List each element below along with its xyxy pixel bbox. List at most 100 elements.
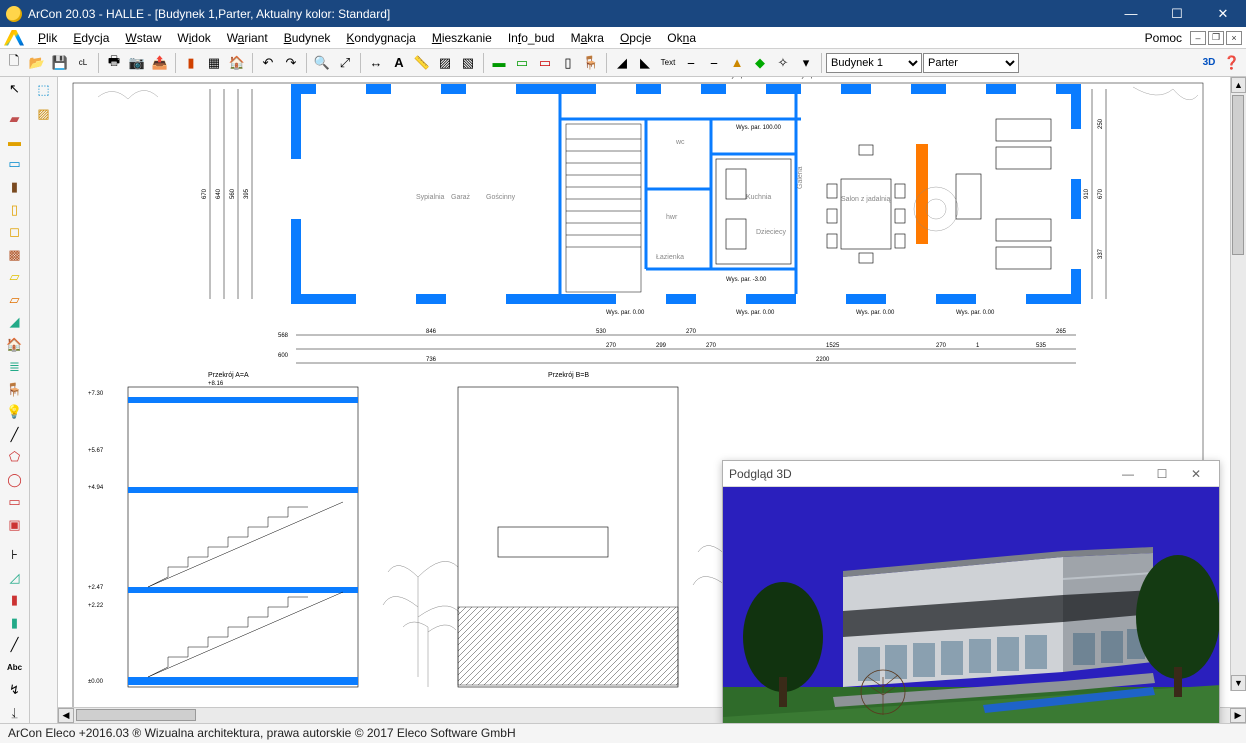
camera-icon[interactable]: 📷 — [126, 52, 148, 74]
lamp-icon[interactable]: 💡 — [4, 402, 26, 423]
minimize-button[interactable]: — — [1108, 0, 1154, 27]
brick-tool-icon[interactable]: ▩ — [4, 244, 26, 265]
undo-icon[interactable]: ↶ — [257, 52, 279, 74]
text-label-icon[interactable]: Text — [657, 52, 679, 74]
panel-maximize-icon[interactable]: ☐ — [1145, 464, 1179, 484]
arrow-down-icon[interactable]: ↯ — [4, 680, 26, 701]
opening-tool-icon[interactable]: ◻ — [4, 222, 26, 243]
building-select[interactable]: Budynek 1 — [826, 53, 922, 73]
poly-tool-icon[interactable]: ⬠ — [4, 447, 26, 468]
scroll-right-icon[interactable]: ▶ — [1230, 708, 1246, 723]
fill-green-icon[interactable]: ▮ — [4, 612, 26, 633]
terrain-icon[interactable]: ▲ — [726, 52, 748, 74]
line-tool-icon[interactable]: ╱ — [4, 425, 26, 446]
roof2-icon[interactable]: ◣ — [634, 52, 656, 74]
section1-icon[interactable]: ⎯ — [680, 52, 702, 74]
zoom-icon[interactable]: 🔍 — [311, 52, 333, 74]
ruler-icon[interactable]: 📏 — [411, 52, 433, 74]
menu-plik[interactable]: Plik — [30, 29, 65, 47]
save-file-icon[interactable]: 💾 — [49, 52, 71, 74]
dropper-icon[interactable]: ⥙ — [4, 703, 26, 723]
dimension-icon[interactable]: ↔ — [365, 52, 387, 74]
rect-red-icon[interactable]: ▭ — [4, 492, 26, 513]
abc-text-icon[interactable]: Abc — [4, 657, 26, 678]
furniture-icon[interactable]: 🪑 — [4, 380, 26, 401]
door-tool-icon[interactable]: ▮ — [4, 177, 26, 198]
room-tool-icon[interactable]: ▭ — [4, 154, 26, 175]
column-icon[interactable]: ▯ — [557, 52, 579, 74]
wall-tool-icon[interactable]: ▰ — [4, 109, 26, 130]
roof-red-icon[interactable]: 🏠 — [4, 334, 26, 355]
area-icon[interactable]: ◆ — [749, 52, 771, 74]
roof-green-icon[interactable]: ◢ — [4, 312, 26, 333]
mdi-close-icon[interactable]: × — [1226, 31, 1242, 45]
fill-red-icon[interactable]: ▮ — [4, 590, 26, 611]
wall-green-icon[interactable]: ▭ — [511, 52, 533, 74]
line2-icon[interactable]: ╱ — [4, 635, 26, 656]
preview-3d-viewport[interactable] — [723, 487, 1219, 723]
menu-pomoc[interactable]: Pomoc — [1137, 29, 1190, 47]
symbol-red-icon[interactable]: ▣ — [4, 515, 26, 536]
menu-wariant[interactable]: Wariant — [219, 29, 276, 47]
scroll-down-icon[interactable]: ▼ — [1231, 675, 1246, 691]
scroll-left-icon[interactable]: ◀ — [58, 708, 74, 723]
circle-red-icon[interactable]: ◯ — [4, 470, 26, 491]
scroll-up-icon[interactable]: ▲ — [1231, 77, 1246, 93]
maximize-button[interactable]: ☐ — [1154, 0, 1200, 27]
open-file-icon[interactable]: 📂 — [26, 52, 48, 74]
floor-select[interactable]: Parter — [923, 53, 1019, 73]
menu-budynek[interactable]: Budynek — [276, 29, 339, 47]
zoom-region-icon[interactable]: ⤢ — [334, 52, 356, 74]
marker-icon[interactable]: ▾ — [795, 52, 817, 74]
menu-kondygnacja[interactable]: Kondygnacja — [338, 29, 423, 47]
mdi-restore-icon[interactable]: ❐ — [1208, 31, 1224, 45]
chair-icon[interactable]: 🪑 — [580, 52, 602, 74]
wall-red-icon[interactable]: ▭ — [534, 52, 556, 74]
house-icon[interactable]: 🏠 — [226, 52, 248, 74]
floor-orange-icon[interactable]: ▱ — [4, 289, 26, 310]
vscroll-thumb[interactable] — [1232, 95, 1244, 255]
print-icon[interactable]: 🖶 — [103, 52, 125, 74]
grid-icon[interactable]: ▦ — [203, 52, 225, 74]
menu-okna[interactable]: Okna — [659, 29, 704, 47]
svg-text:670: 670 — [202, 188, 208, 199]
menu-edycja[interactable]: Edycja — [65, 29, 117, 47]
menu-makra[interactable]: Makra — [563, 29, 612, 47]
mdi-minimize-icon[interactable]: – — [1190, 31, 1206, 45]
export-icon[interactable]: 📤 — [149, 52, 171, 74]
menu-wstaw[interactable]: Wstaw — [117, 29, 169, 47]
save-cl-icon[interactable]: cL — [72, 52, 94, 74]
hatch2-icon[interactable]: ▧ — [457, 52, 479, 74]
box3d-icon[interactable]: ⬚ — [33, 79, 55, 101]
close-button[interactable]: ✕ — [1200, 0, 1246, 27]
stairs-icon[interactable]: ≣ — [4, 357, 26, 378]
angle-tool-icon[interactable]: ◿ — [4, 567, 26, 588]
menu-opcje[interactable]: Opcje — [612, 29, 659, 47]
menu-mieszkanie[interactable]: Mieszkanie — [424, 29, 500, 47]
section2-icon[interactable]: ⎯ — [703, 52, 725, 74]
slab-tool-icon[interactable]: ▬ — [4, 132, 26, 153]
new-file-icon[interactable]: 🗋 — [3, 52, 25, 74]
svg-text:Gościnny: Gościnny — [486, 194, 516, 201]
panel-close-icon[interactable]: ✕ — [1179, 464, 1213, 484]
redo-icon[interactable]: ↷ — [280, 52, 302, 74]
help-icon[interactable]: ❓ — [1221, 52, 1243, 74]
menu-widok[interactable]: Widok — [169, 29, 218, 47]
fill-tool-icon[interactable]: ▨ — [33, 103, 55, 125]
svg-text:+7.30: +7.30 — [88, 391, 104, 397]
menu-info-bud[interactable]: Info_bud — [500, 29, 563, 47]
layer1-icon[interactable]: ▬ — [488, 52, 510, 74]
vertical-scrollbar[interactable]: ▲ ▼ — [1230, 77, 1246, 691]
dim-tool-icon[interactable]: ⊦ — [4, 545, 26, 566]
north-icon[interactable]: ✧ — [772, 52, 794, 74]
text-a-icon[interactable]: A — [388, 52, 410, 74]
roof1-icon[interactable]: ◢ — [611, 52, 633, 74]
view-3d-button[interactable]: 3D — [1198, 52, 1220, 74]
hscroll-thumb[interactable] — [76, 709, 196, 721]
floor-yellow-icon[interactable]: ▱ — [4, 267, 26, 288]
window-tool-icon[interactable]: ▯ — [4, 199, 26, 220]
hatch1-icon[interactable]: ▨ — [434, 52, 456, 74]
panel-minimize-icon[interactable]: — — [1111, 464, 1145, 484]
sheet-icon[interactable]: ▮ — [180, 52, 202, 74]
pointer-icon[interactable]: ↖ — [4, 79, 26, 100]
